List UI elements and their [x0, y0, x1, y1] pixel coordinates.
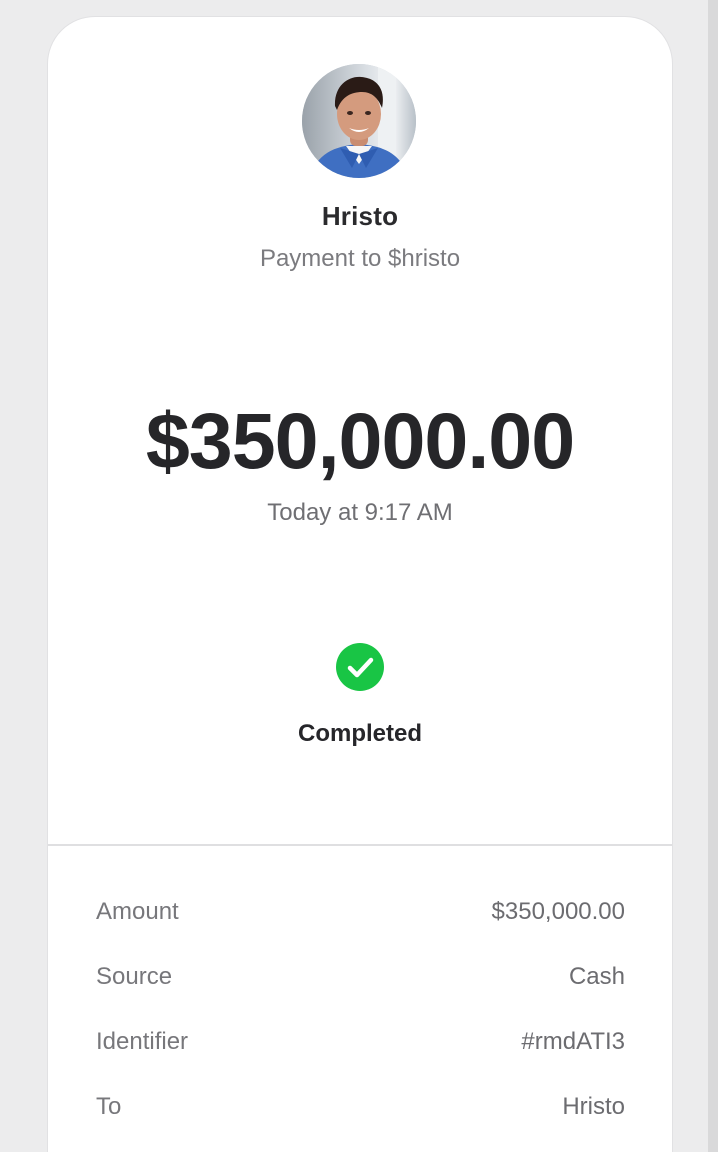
payment-timestamp: Today at 9:17 AM	[267, 499, 453, 526]
payment-subtitle: Payment to $hristo	[259, 245, 461, 272]
payment-amount: $350,000.00	[145, 396, 575, 485]
detail-row-amount: Amount $350,000.00	[96, 895, 625, 929]
detail-row-source: Source Cash	[96, 960, 625, 994]
detail-label: To	[96, 1093, 122, 1120]
checkmark-circle-icon	[336, 643, 384, 691]
detail-value: #rmdATI3	[521, 1028, 625, 1055]
divider	[48, 844, 672, 846]
detail-row-to: To Hristo	[96, 1090, 625, 1124]
detail-value: Hristo	[562, 1093, 625, 1120]
avatar	[302, 64, 416, 178]
payment-receipt-card: Hristo Payment to $hristo $350,000.00 To…	[47, 16, 673, 1152]
detail-label: Amount	[96, 898, 179, 925]
detail-row-identifier: Identifier #rmdATI3	[96, 1025, 625, 1059]
detail-value: $350,000.00	[491, 898, 625, 925]
detail-label: Identifier	[96, 1028, 189, 1055]
detail-label: Source	[96, 963, 173, 990]
status-label: Completed	[297, 720, 422, 747]
detail-value: Cash	[568, 963, 625, 990]
recipient-name: Hristo	[321, 201, 399, 231]
screen: Hristo Payment to $hristo $350,000.00 To…	[0, 0, 718, 1152]
scrollbar-track[interactable]	[708, 0, 718, 1152]
avatar-photo	[302, 64, 416, 178]
